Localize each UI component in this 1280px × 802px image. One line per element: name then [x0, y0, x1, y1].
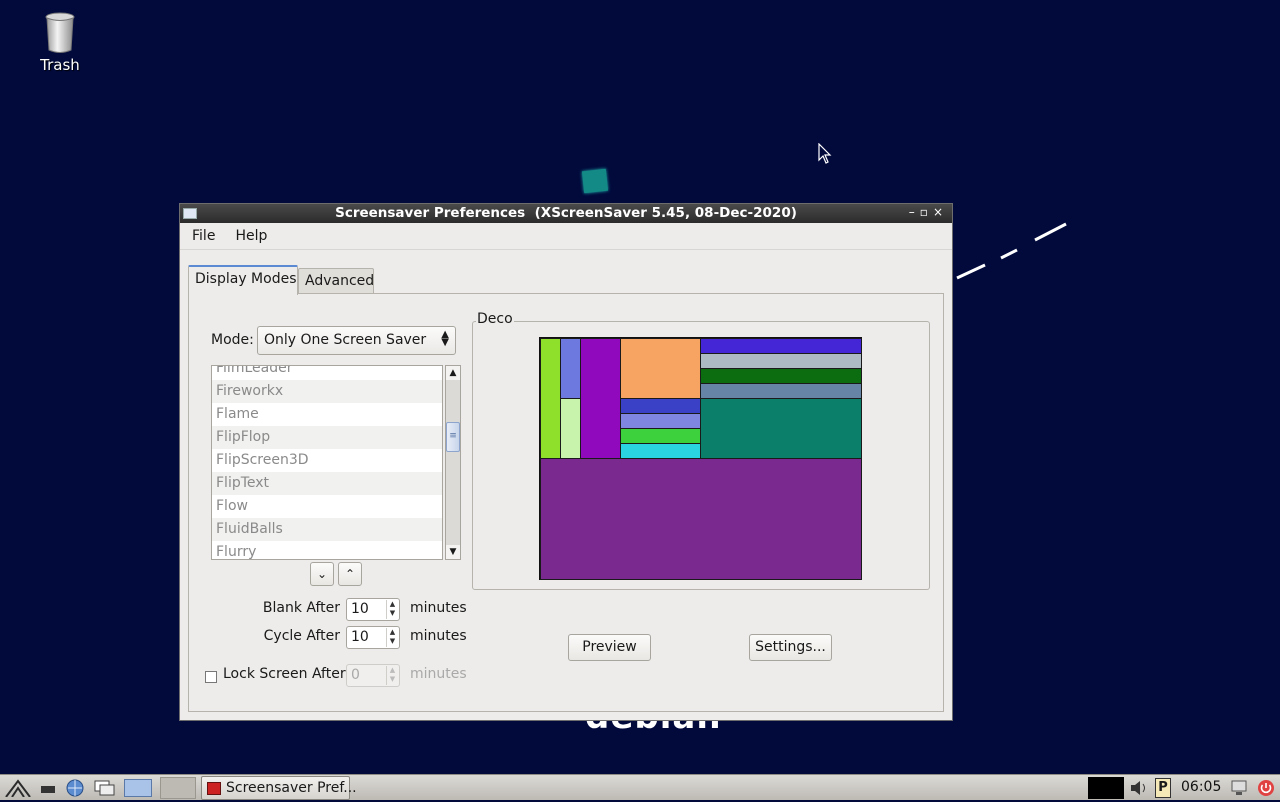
blank-after-spinner[interactable]: 10 ▲ ▼ [346, 598, 400, 621]
list-item[interactable]: Flurry [212, 541, 442, 559]
tab-display-modes[interactable]: Display Modes [188, 265, 298, 295]
start-menu-icon[interactable] [4, 777, 32, 797]
mode-dropdown[interactable]: Only One Screen Saver ▲ ▼ [257, 326, 456, 355]
chevron-up-icon: ⌃ [344, 567, 356, 581]
mode-dropdown-value: Only One Screen Saver [264, 332, 427, 348]
menubar: File Help [180, 223, 952, 250]
mode-label: Mode: [211, 332, 254, 348]
close-icon[interactable]: × [933, 205, 948, 219]
clipboard-icon[interactable]: P [1155, 778, 1171, 798]
screensaver-streak [956, 222, 1067, 280]
window-switcher-icon[interactable] [93, 778, 117, 798]
maximize-icon[interactable]: ▫ [920, 205, 933, 219]
minimize-icon[interactable]: – [909, 205, 920, 219]
screensaver-cube [581, 168, 609, 194]
scroll-down-icon[interactable]: ▼ [446, 545, 460, 559]
power-icon[interactable] [1256, 778, 1276, 798]
desktop-1-pager[interactable] [124, 779, 152, 797]
trash-icon [45, 12, 75, 54]
list-item[interactable]: FlipScreen3D [212, 449, 442, 472]
blank-after-label: Blank After [262, 600, 340, 616]
list-item[interactable]: FlipFlop [212, 426, 442, 449]
menu-file[interactable]: File [188, 223, 219, 244]
file-manager-icon[interactable] [38, 778, 58, 798]
list-item[interactable]: FluidBalls [212, 518, 442, 541]
taskbar-clock[interactable]: 06:05 [1181, 779, 1221, 795]
desktop-2-pager[interactable] [160, 777, 196, 799]
network-icon[interactable] [1229, 778, 1249, 798]
taskbar-task-label: Screensaver Pref... [226, 780, 357, 796]
lock-after-spinner[interactable]: 0 ▲ ▼ [346, 664, 400, 687]
spinner-arrows-icon: ▲ ▼ [386, 666, 398, 685]
screensaver-list[interactable]: FilmLeader Fireworkx Flame FlipFlop Flip… [211, 365, 443, 560]
taskbar: Screensaver Pref... P 06:05 [0, 774, 1280, 800]
mouse-cursor-icon [818, 143, 832, 164]
blank-after-value: 10 [351, 601, 369, 617]
taskbar-task-screensaver[interactable]: Screensaver Pref... [201, 776, 357, 800]
spinner-arrows-icon[interactable]: ▲ ▼ [386, 628, 398, 647]
cycle-after-value: 10 [351, 629, 369, 645]
updown-arrows-icon: ▲ ▼ [441, 329, 449, 348]
cycle-after-spinner[interactable]: 10 ▲ ▼ [346, 626, 400, 649]
lock-after-value: 0 [351, 667, 360, 683]
chevron-down-icon: ⌄ [316, 567, 328, 581]
list-item[interactable]: Flame [212, 403, 442, 426]
cycle-after-label: Cycle After [263, 628, 340, 644]
screensaver-app-icon [207, 782, 221, 795]
previous-mode-button[interactable]: ⌃ [338, 562, 362, 586]
lock-screen-checkbox[interactable] [205, 671, 217, 683]
window-title: Screensaver Preferences (XScreenSaver 5.… [335, 205, 797, 221]
spinner-arrows-icon[interactable]: ▲ ▼ [386, 600, 398, 619]
window-titlebar[interactable]: Screensaver Preferences (XScreenSaver 5.… [180, 204, 952, 223]
preview-frame-label: Deco [476, 311, 514, 327]
trash-desktop-icon[interactable]: Trash [30, 12, 90, 74]
volume-icon[interactable] [1128, 778, 1150, 798]
list-scrollbar[interactable]: ▲ ≡ ▼ [445, 365, 461, 560]
next-mode-button[interactable]: ⌄ [310, 562, 334, 586]
blank-after-unit: minutes [410, 600, 467, 616]
settings-button[interactable]: Settings... [749, 634, 832, 661]
lock-screen-label[interactable]: Lock Screen After [223, 666, 346, 682]
screensaver-preview [539, 337, 862, 580]
scroll-up-icon[interactable]: ▲ [446, 366, 460, 380]
tab-advanced[interactable]: Advanced [298, 268, 374, 294]
list-item[interactable]: Flow [212, 495, 442, 518]
scrollbar-thumb[interactable]: ≡ [446, 422, 460, 452]
trash-label: Trash [40, 56, 80, 74]
lock-after-unit: minutes [410, 666, 467, 682]
preview-button[interactable]: Preview [568, 634, 651, 661]
web-browser-icon[interactable] [64, 778, 86, 798]
list-item[interactable]: FlipText [212, 472, 442, 495]
list-item[interactable]: Fireworkx [212, 380, 442, 403]
cpu-monitor [1088, 777, 1124, 799]
list-item[interactable]: FilmLeader [212, 366, 442, 380]
menu-help[interactable]: Help [231, 223, 271, 244]
screensaver-preferences-window: Screensaver Preferences (XScreenSaver 5.… [179, 203, 953, 721]
cycle-after-unit: minutes [410, 628, 467, 644]
